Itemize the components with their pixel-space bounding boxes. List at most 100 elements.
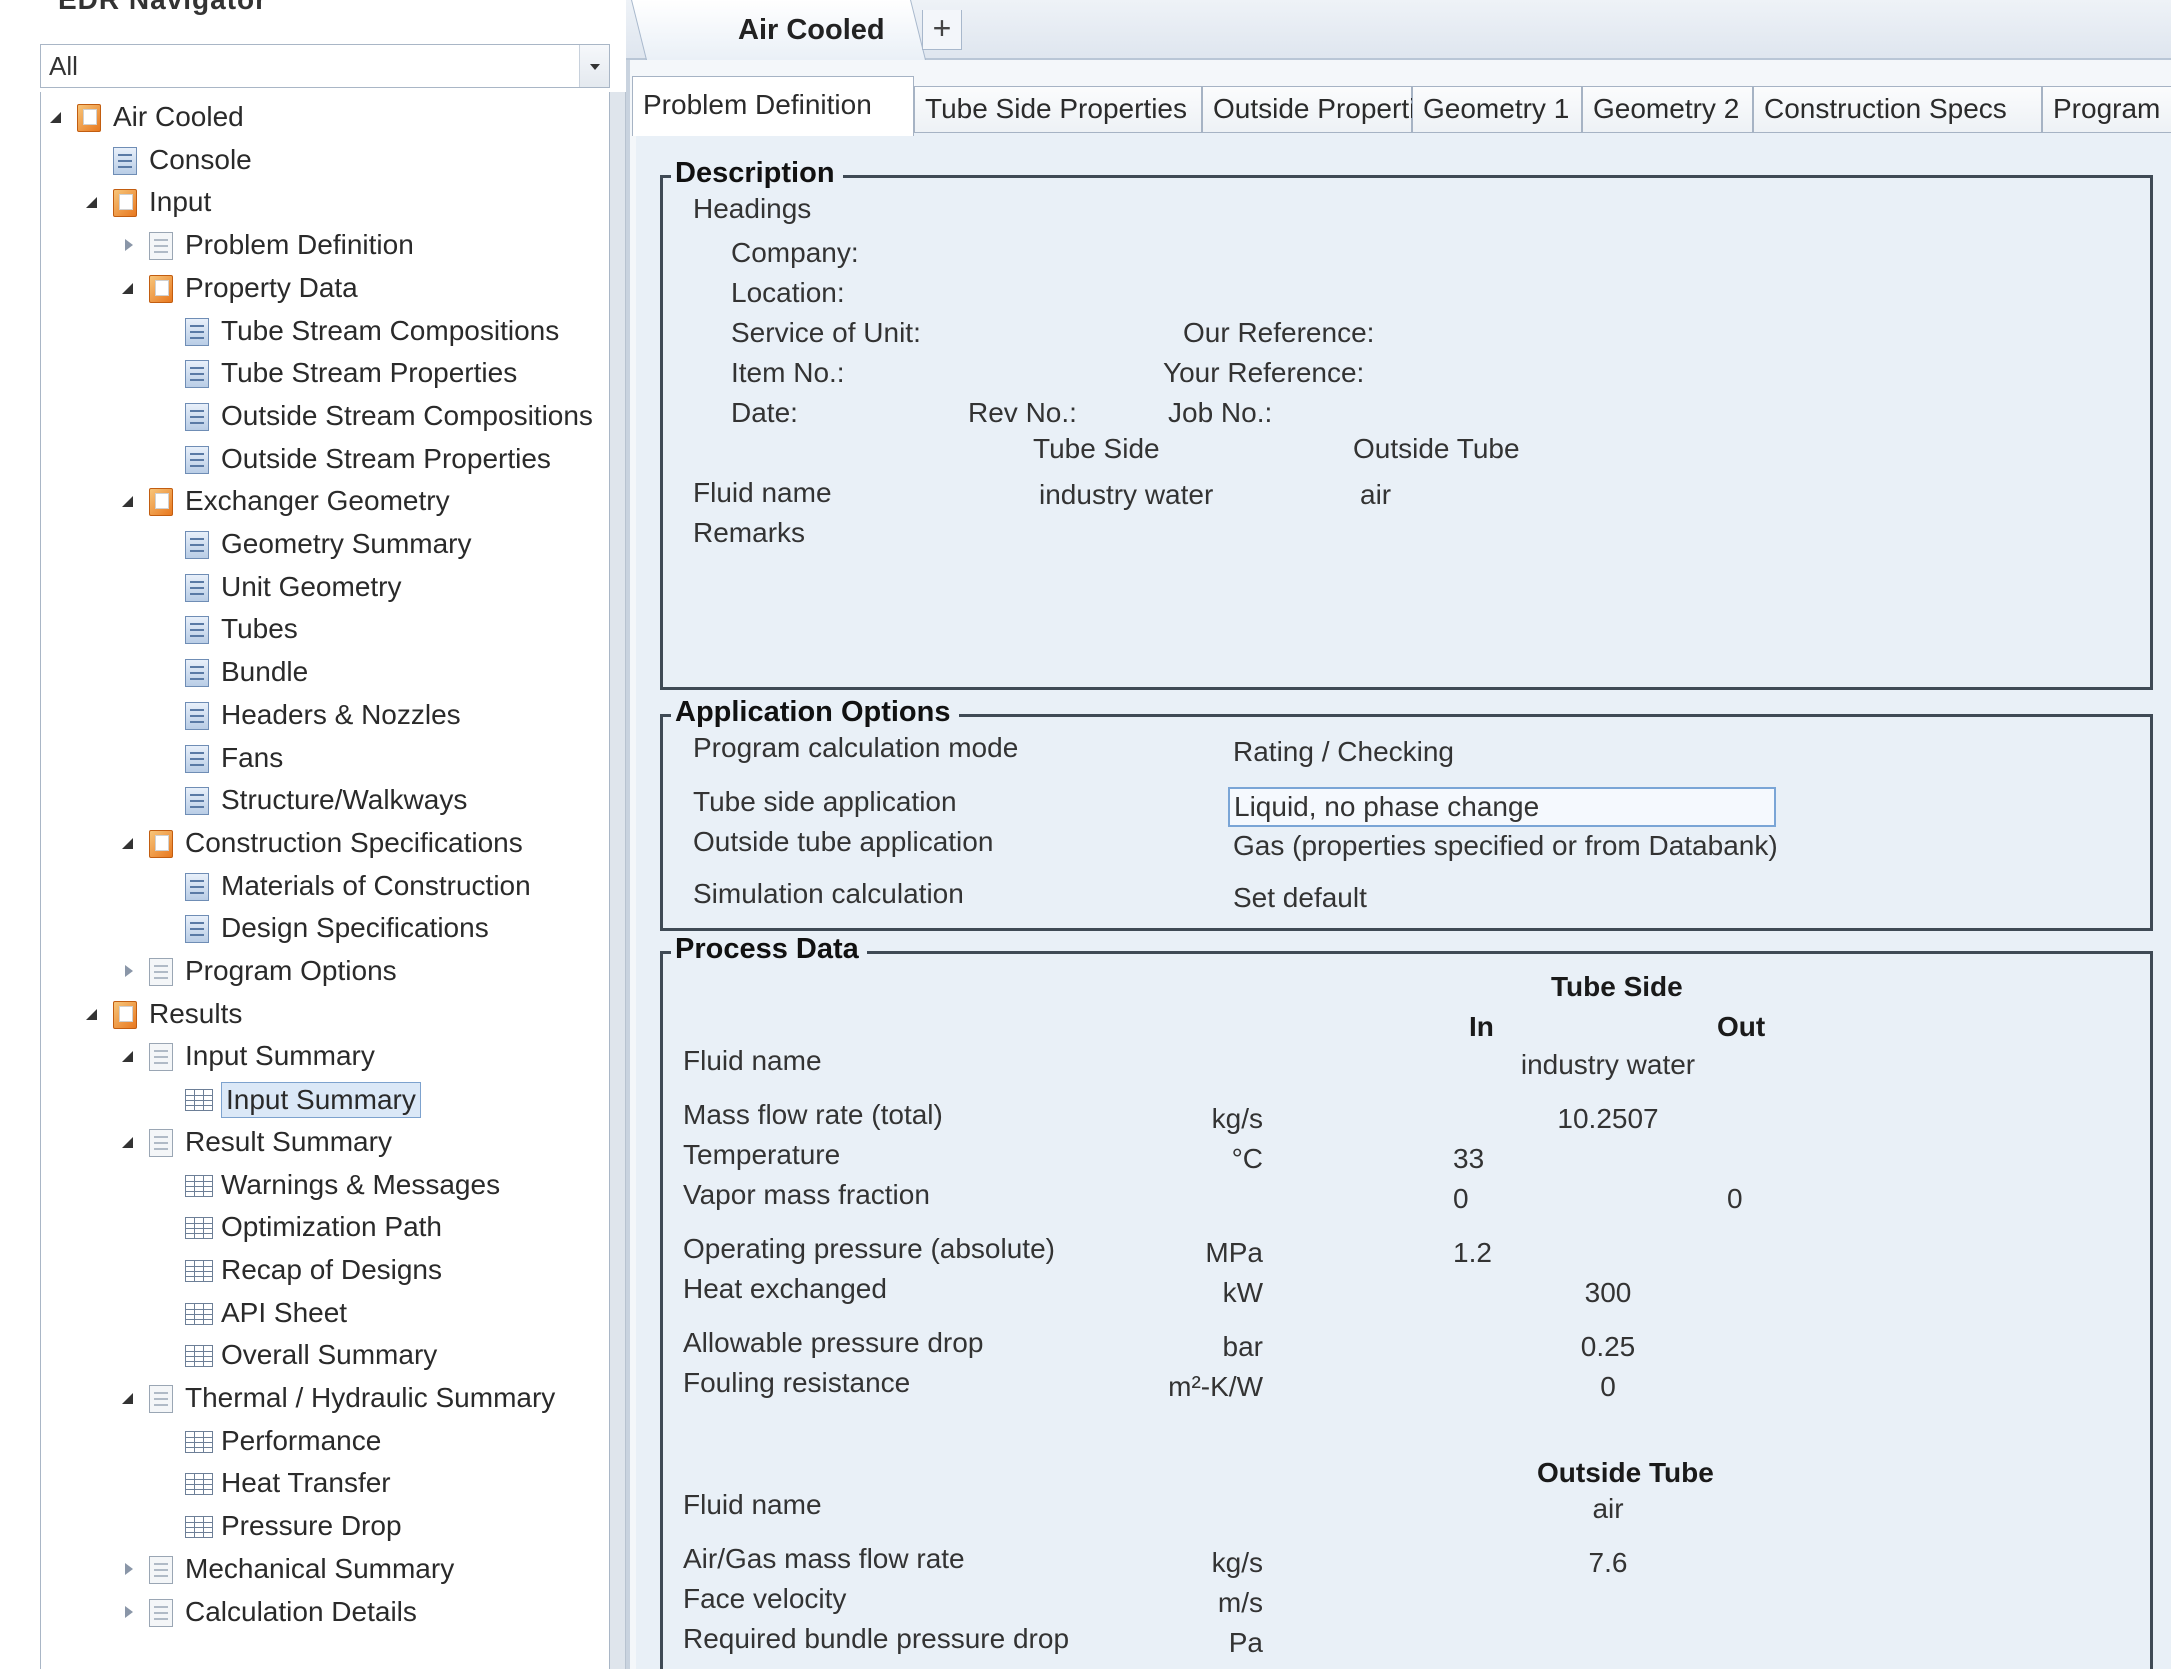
expand-triangle-icon[interactable] [121, 238, 137, 254]
tree-item[interactable]: Outside Stream Properties [41, 440, 609, 480]
program-calculation-mode-value[interactable]: Rating / Checking [1233, 735, 1454, 769]
collapse-triangle-icon[interactable] [49, 110, 65, 126]
collapse-triangle-icon[interactable] [85, 195, 101, 211]
process-row-value[interactable]: 0 [1453, 1370, 1763, 1404]
process-row-value[interactable]: 10.2507 [1453, 1102, 1763, 1136]
tree-item[interactable]: Recap of Designs [41, 1251, 609, 1291]
tree-item[interactable]: Tube Stream Properties [41, 354, 609, 394]
add-tab-button[interactable]: + [922, 10, 962, 50]
tree-item[interactable]: Input [41, 183, 609, 223]
subtab-tube-side-properties[interactable]: Tube Side Properties [914, 86, 1202, 134]
tree-item[interactable]: Exchanger Geometry [41, 482, 609, 522]
collapse-triangle-icon[interactable] [121, 281, 137, 297]
tree-item[interactable]: Pressure Drop [41, 1507, 609, 1547]
document-tab-air-cooled[interactable]: Air Cooled [631, 0, 1546, 62]
tree-item[interactable]: Optimization Path [41, 1208, 609, 1248]
description-group: Description Headings Company: Location: … [660, 156, 2153, 690]
expand-triangle-icon[interactable] [121, 1562, 137, 1578]
tree-item[interactable]: Thermal / Hydraulic Summary [41, 1379, 609, 1419]
subtab-geometry-2[interactable]: Geometry 2 [1582, 86, 1753, 134]
tree-item[interactable]: Calculation Details [41, 1593, 609, 1633]
fluid-name-outside-value[interactable]: air [1360, 478, 1391, 512]
tree-item[interactable]: Overall Summary [41, 1336, 609, 1376]
subtab-problem-definition[interactable]: Problem Definition [632, 76, 914, 136]
tree-item[interactable]: Program Options [41, 952, 609, 992]
fluid-name-tube-value[interactable]: industry water [1039, 478, 1213, 512]
tree-item-label: Structure/Walkways [221, 784, 468, 816]
tree-item[interactable]: API Sheet [41, 1294, 609, 1334]
tree-item[interactable]: Result Summary [41, 1123, 609, 1163]
form-icon [185, 616, 209, 645]
process-row-value[interactable]: industry water [1453, 1048, 1763, 1082]
subtab-outside-properties[interactable]: Outside Properties [1202, 86, 1445, 134]
tree-item-label: Outside Stream Compositions [221, 399, 593, 431]
process-row-in-value[interactable]: 1.2 [1453, 1236, 1492, 1270]
form-icon [185, 445, 209, 474]
expand-triangle-icon[interactable] [121, 964, 137, 980]
tree-item[interactable]: Property Data [41, 269, 609, 309]
collapse-triangle-icon[interactable] [121, 836, 137, 852]
tree-item[interactable]: Headers & Nozzles [41, 696, 609, 736]
outside-tube-application-value[interactable]: Gas (properties specified or from Databa… [1233, 829, 1778, 863]
chevron-down-icon[interactable] [579, 45, 609, 87]
tree-item[interactable]: Design Specifications [41, 909, 609, 949]
subtab-program[interactable]: Program [2042, 86, 2171, 134]
tree-item[interactable]: Structure/Walkways [41, 781, 609, 821]
tree-item[interactable]: Input Summary [41, 1037, 609, 1077]
navigator-filter-dropdown[interactable]: All [40, 44, 610, 88]
tree-item-label: Optimization Path [221, 1211, 442, 1243]
tube-side-application-value: Liquid, no phase change [1234, 791, 1540, 822]
tree-item[interactable]: Outside Stream Compositions [41, 397, 609, 437]
tree-item[interactable]: Performance [41, 1422, 609, 1462]
subtab-construction-specs[interactable]: Construction Specs [1753, 86, 2042, 134]
form-icon [185, 915, 209, 944]
tree-item[interactable]: Air Cooled [41, 98, 609, 138]
tree-item[interactable]: Input Summary [41, 1080, 609, 1120]
tree-item[interactable]: Fans [41, 739, 609, 779]
collapse-triangle-icon[interactable] [121, 1135, 137, 1151]
expand-triangle-icon[interactable] [121, 1605, 137, 1621]
process-row-value[interactable]: 0.25 [1453, 1330, 1763, 1364]
tree-item[interactable]: Heat Transfer [41, 1464, 609, 1504]
tree-item[interactable]: Results [41, 995, 609, 1035]
process-row-label: Mass flow rate (total) [683, 1099, 943, 1130]
tree-item-label: Console [149, 143, 252, 175]
simulation-calculation-value[interactable]: Set default [1233, 881, 1367, 915]
tree-item-label: Mechanical Summary [185, 1552, 455, 1584]
tube-side-application-select[interactable]: Liquid, no phase change [1228, 787, 1776, 827]
tree-item[interactable]: Construction Specifications [41, 824, 609, 864]
process-row-in-value[interactable]: 33 [1453, 1142, 1484, 1176]
process-outside-row-value[interactable]: air [1453, 1492, 1763, 1526]
tree-item[interactable]: Unit Geometry [41, 568, 609, 608]
tree-item[interactable]: Materials of Construction [41, 867, 609, 907]
process-row-in-value[interactable]: 0 [1453, 1182, 1469, 1216]
doc-icon [149, 232, 173, 261]
rev-no-label: Rev No.: [968, 397, 1077, 428]
tree-item[interactable]: Tube Stream Compositions [41, 312, 609, 352]
document-tab-label: Air Cooled [738, 14, 885, 46]
tree-item-label: Bundle [221, 656, 309, 688]
collapse-triangle-icon[interactable] [85, 1007, 101, 1023]
process-row-unit: MPa [1205, 1237, 1263, 1268]
form-icon [185, 701, 209, 730]
collapse-triangle-icon[interactable] [121, 1049, 137, 1065]
tree-item[interactable]: Bundle [41, 653, 609, 693]
folder-icon [149, 488, 173, 517]
tree-item[interactable]: Console [41, 141, 609, 181]
tree-item[interactable]: Problem Definition [41, 226, 609, 266]
subtab-geometry-1[interactable]: Geometry 1 [1412, 86, 1582, 134]
service-of-unit-label: Service of Unit: [731, 317, 921, 348]
process-row-value[interactable]: 300 [1453, 1276, 1763, 1310]
tree-item[interactable]: Warnings & Messages [41, 1166, 609, 1206]
tree-item[interactable]: Mechanical Summary [41, 1550, 609, 1590]
process-outside-row-value[interactable]: 7.6 [1453, 1546, 1763, 1580]
process-row-out-value[interactable]: 0 [1727, 1182, 1743, 1216]
pane-splitter[interactable] [610, 92, 626, 1669]
tree-item[interactable]: Geometry Summary [41, 525, 609, 565]
navigator-tree[interactable]: Air Cooled Console Input Problem Definition… [40, 92, 610, 1669]
collapse-triangle-icon[interactable] [121, 494, 137, 510]
outside-tube-application-label: Outside tube application [693, 826, 994, 857]
tree-item-label: Input [149, 186, 212, 218]
collapse-triangle-icon[interactable] [121, 1391, 137, 1407]
tree-item[interactable]: Tubes [41, 610, 609, 650]
